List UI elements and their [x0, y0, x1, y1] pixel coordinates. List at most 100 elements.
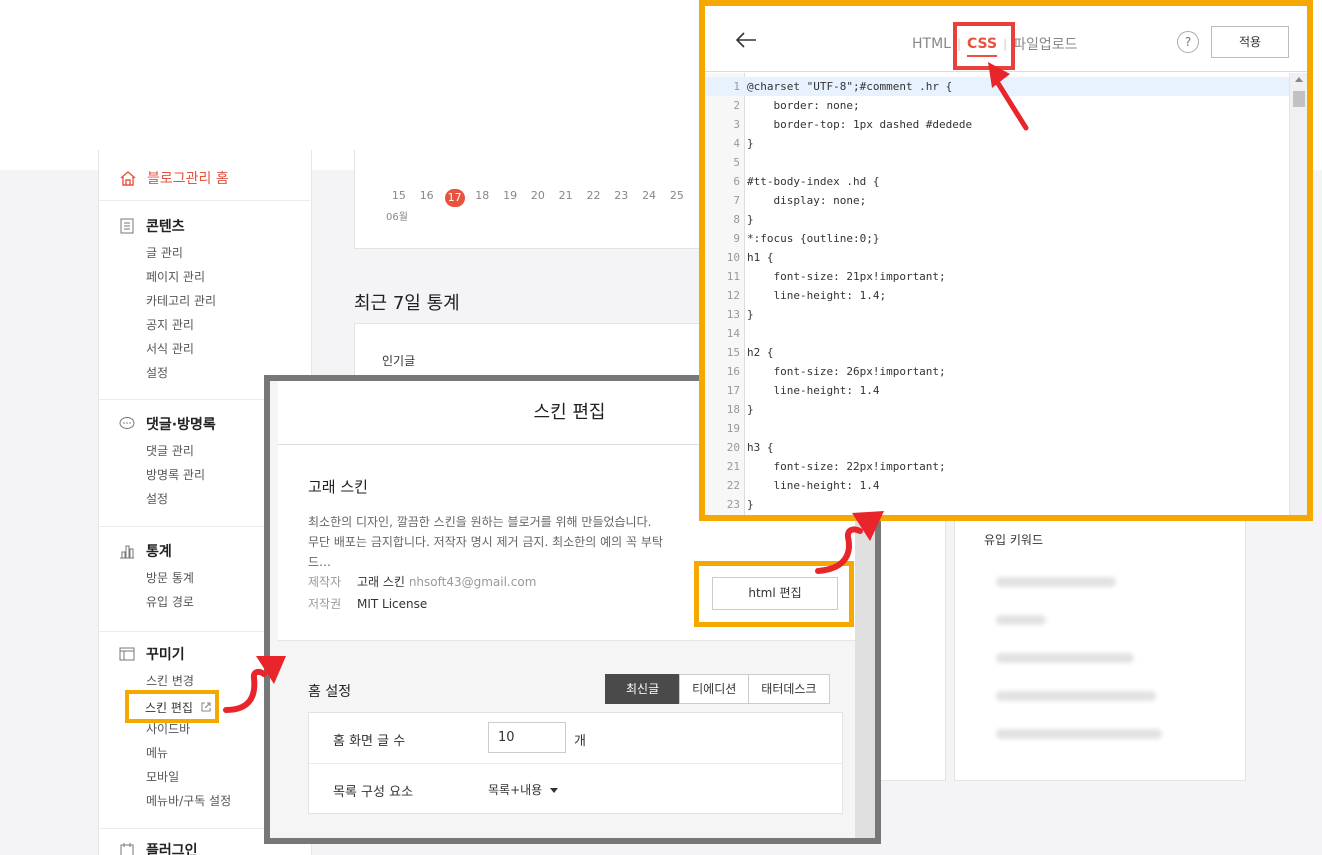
- today-badge: 17: [444, 189, 465, 207]
- code-text: @charset "UTF-8";#comment .hr {: [747, 80, 953, 93]
- date-tick: 21: [558, 189, 573, 202]
- home-settings-title: 홈 설정: [308, 684, 352, 700]
- sidebar-item-comments[interactable]: 댓글 관리: [119, 439, 216, 463]
- code-text: display: none;: [747, 194, 867, 207]
- code-line[interactable]: 10 h1 {: [705, 248, 1289, 267]
- code-line[interactable]: 11 font-size: 21px!important;: [705, 267, 1289, 286]
- tab-html[interactable]: HTML: [912, 36, 951, 52]
- date-axis: 15 16 17 18 19 20 21 22 23 24 25: [385, 189, 691, 207]
- line-number: 16: [726, 365, 740, 378]
- sidebar-item-templates[interactable]: 서식 관리: [119, 337, 216, 361]
- sidebar-item-guestbook[interactable]: 방명록 관리: [119, 463, 216, 487]
- code-text: }: [747, 213, 754, 226]
- skin-description-line: 무단 배포는 금지합니다. 저작자 명시 제거 금지. 최소한의 예의 꼭 부탁…: [308, 535, 663, 569]
- tab-file-upload[interactable]: 파일업로드: [1013, 34, 1077, 54]
- date-tick: 23: [614, 189, 629, 202]
- sidebar-item-comment-settings[interactable]: 설정: [119, 487, 216, 511]
- skin-name: 고래 스킨: [308, 478, 368, 496]
- back-arrow-icon[interactable]: [735, 31, 757, 49]
- code-line[interactable]: 20 h3 {: [705, 438, 1289, 457]
- code-line[interactable]: 13}: [705, 305, 1289, 324]
- sidebar-section-stats: 통계 방문 통계 유입 경로: [119, 541, 194, 614]
- date-tick: 25: [669, 189, 684, 202]
- code-line[interactable]: 5: [705, 153, 1289, 172]
- home-settings-form: 홈 화면 글 수 10 개 목록 구성 요소 목록+내용: [308, 712, 843, 814]
- code-line[interactable]: 22 line-height: 1.4: [705, 476, 1289, 495]
- sidebar-home-link[interactable]: 블로그관리 홈: [119, 168, 229, 188]
- line-number: 13: [726, 308, 740, 321]
- sidebar-item-mobile[interactable]: 모바일: [119, 765, 231, 789]
- blurred-keyword: [996, 653, 1134, 663]
- annotation-arrow-icon: [223, 656, 286, 713]
- date-tick: 24: [642, 189, 657, 202]
- list-components-label: 목록 구성 요소: [333, 785, 414, 800]
- sidebar-item-content-settings[interactable]: 설정: [119, 361, 216, 385]
- code-line[interactable]: 16 font-size: 26px!important;: [705, 362, 1289, 381]
- sidebar-item-menubar[interactable]: 메뉴바/구독 설정: [119, 789, 231, 813]
- code-line[interactable]: 21 font-size: 22px!important;: [705, 457, 1289, 476]
- code-line[interactable]: 7 display: none;: [705, 191, 1289, 210]
- sidebar-item-referrers[interactable]: 유입 경로: [119, 590, 194, 614]
- sidebar-section-title: 통계: [146, 544, 172, 560]
- code-line[interactable]: 9 *:focus {outline:0;}: [705, 229, 1289, 248]
- recent-stats-title: 최근 7일 통계: [354, 293, 460, 314]
- code-line[interactable]: 4}: [705, 134, 1289, 153]
- keyword-title: 유입 키워드: [984, 533, 1044, 547]
- line-number: 8: [733, 213, 740, 226]
- css-code-editor[interactable]: 1 @charset "UTF-8";#comment .hr {2 border…: [705, 73, 1307, 515]
- code-text: line-height: 1.4: [747, 384, 880, 397]
- sidebar-item-skin-edit[interactable]: 스킨 편집: [145, 699, 193, 716]
- code-text: h2 {: [747, 346, 774, 359]
- segment-t-edition[interactable]: 티에디션: [679, 674, 750, 704]
- sidebar-item-menu[interactable]: 메뉴: [119, 741, 231, 765]
- code-line[interactable]: 8}: [705, 210, 1289, 229]
- code-line[interactable]: 19: [705, 419, 1289, 438]
- sidebar-section-contents: 콘텐츠 글 관리 페이지 관리 카테고리 관리 공지 관리 서식 관리 설정: [119, 216, 216, 385]
- scroll-up-icon[interactable]: [1295, 77, 1303, 82]
- code-scrollbar[interactable]: [1289, 73, 1307, 515]
- list-components-select[interactable]: 목록+내용: [488, 781, 559, 798]
- post-count-input[interactable]: 10: [488, 722, 566, 753]
- code-line[interactable]: 6 #tt-body-index .hd {: [705, 172, 1289, 191]
- post-count-row: 홈 화면 글 수 10 개: [309, 713, 842, 763]
- line-number: 6: [733, 175, 740, 188]
- segment-tatter-desk[interactable]: 태터데스크: [748, 674, 830, 704]
- scroll-thumb[interactable]: [1293, 91, 1305, 107]
- code-text: border-top: 1px dashed #dedede: [747, 118, 973, 131]
- sidebar-item-categories[interactable]: 카테고리 관리: [119, 289, 216, 313]
- code-line[interactable]: 17 line-height: 1.4: [705, 381, 1289, 400]
- skin-description: 최소한의 디자인, 깔끔한 스킨을 원하는 블로거를 위해 만들었습니다. 무단…: [308, 512, 688, 572]
- sidebar-item-pages[interactable]: 페이지 관리: [119, 265, 216, 289]
- sidebar-item-visit-stats[interactable]: 방문 통계: [119, 566, 194, 590]
- html-edit-button[interactable]: html 편집: [712, 577, 838, 610]
- line-number: 18: [726, 403, 740, 416]
- code-line[interactable]: 15 h2 {: [705, 343, 1289, 362]
- blurred-keyword: [996, 615, 1046, 625]
- sidebar-item-posts[interactable]: 글 관리: [119, 241, 216, 265]
- line-number: 14: [726, 327, 740, 340]
- date-tick: 19: [503, 189, 518, 202]
- sidebar-item-notices[interactable]: 공지 관리: [119, 313, 216, 337]
- code-text: }: [747, 498, 754, 511]
- date-tick: 16: [419, 189, 434, 202]
- sidebar-divider: [99, 200, 313, 201]
- skin-description-line: 최소한의 디자인, 깔끔한 스킨을 원하는 블로거를 위해 만들었습니다.: [308, 515, 652, 529]
- layout-icon: [119, 647, 135, 661]
- skin-meta: 제작자 고래 스킨 nhsoft43@gmail.com 저작권 MIT Licen…: [308, 571, 536, 615]
- line-number: 19: [726, 422, 740, 435]
- code-line[interactable]: 14: [705, 324, 1289, 343]
- code-line[interactable]: 12 line-height: 1.4;: [705, 286, 1289, 305]
- line-number: 22: [726, 479, 740, 492]
- popular-posts-card: [354, 323, 714, 378]
- skin-edit-highlight[interactable]: 스킨 편집: [125, 690, 219, 723]
- sidebar-section-title: 꾸미기: [146, 647, 185, 663]
- line-number: 17: [726, 384, 740, 397]
- external-link-icon: [201, 702, 211, 712]
- line-number: 4: [733, 137, 740, 150]
- apply-button[interactable]: 적용: [1211, 26, 1289, 58]
- code-line[interactable]: 23}: [705, 495, 1289, 514]
- code-line[interactable]: 18}: [705, 400, 1289, 419]
- help-icon[interactable]: ?: [1177, 31, 1199, 53]
- line-number: 10: [726, 251, 740, 264]
- segment-latest[interactable]: 최신글: [605, 674, 681, 704]
